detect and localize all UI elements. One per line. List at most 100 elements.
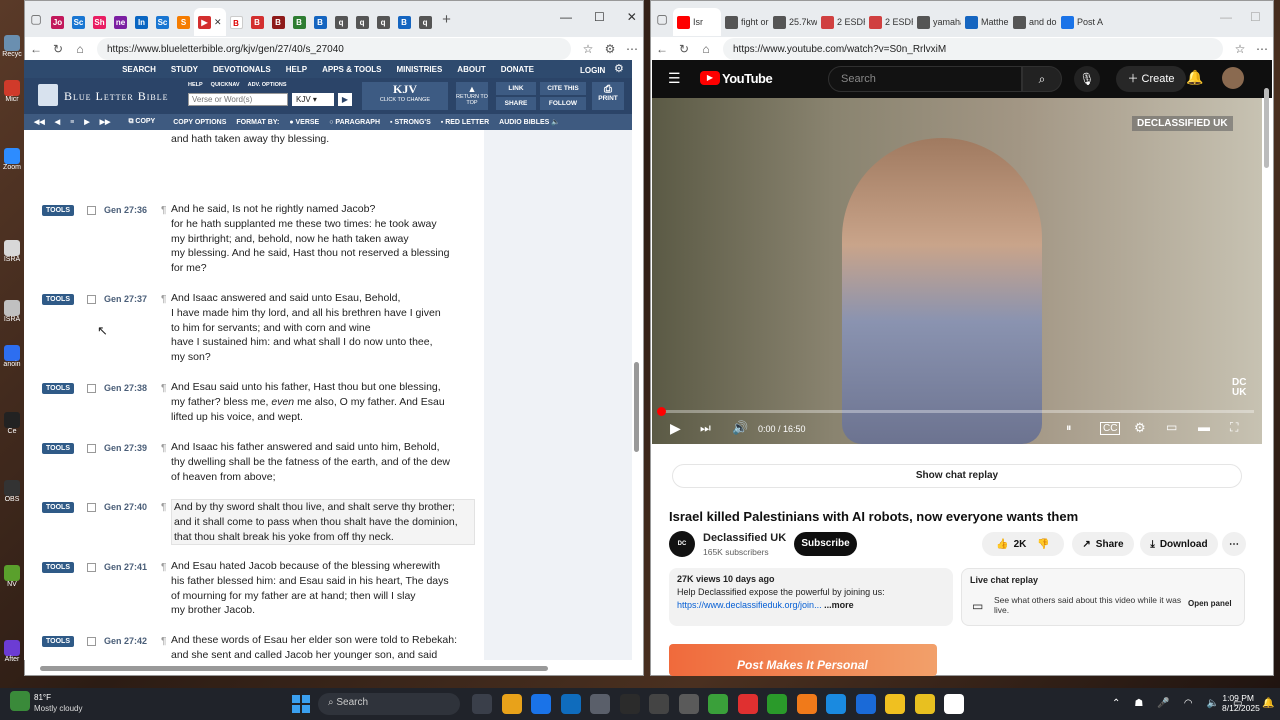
nav-item[interactable]: DEVOTIONALS: [213, 65, 271, 74]
verse-reference[interactable]: Gen 27:37: [104, 294, 147, 304]
weather-icon[interactable]: [10, 691, 30, 711]
channel-name[interactable]: Declassified UK: [703, 532, 786, 544]
description-link[interactable]: https://www.declassifieduk.org/join...: [677, 600, 822, 610]
avatar[interactable]: [1222, 67, 1244, 89]
verse-reference[interactable]: Gen 27:41: [104, 562, 147, 572]
tools-button[interactable]: TOOLS: [42, 562, 74, 573]
video-player[interactable]: DECLASSIFIED UK DC UK ▶ ⏭ 🔊 0:00 / 16:50…: [652, 98, 1262, 444]
star-icon[interactable]: ☆: [577, 42, 599, 56]
nav-item[interactable]: HELP: [286, 65, 307, 74]
next-icon[interactable]: ▶: [84, 118, 89, 126]
tools-button[interactable]: TOOLS: [42, 383, 74, 394]
desktop-shortcut-icon[interactable]: Zoom: [2, 148, 22, 174]
progress-bar[interactable]: [660, 410, 1254, 413]
back-icon[interactable]: ←: [651, 42, 673, 56]
login-link[interactable]: LOGIN: [580, 66, 605, 75]
verse-reference[interactable]: Gen 27:36: [104, 205, 147, 215]
hamburger-icon[interactable]: ☰: [668, 70, 681, 87]
taskbar-app-icon[interactable]: [590, 694, 610, 714]
home-icon[interactable]: ⌂: [695, 42, 717, 56]
maximize-icon[interactable]: ☐: [1250, 10, 1261, 24]
verse-reference[interactable]: Gen 27:38: [104, 383, 147, 393]
create-button[interactable]: ＋ Create: [1116, 66, 1186, 92]
verse-reference[interactable]: Gen 27:42: [104, 636, 147, 646]
browser-tab[interactable]: Sh: [89, 8, 110, 36]
taskbar-app-icon[interactable]: [649, 694, 669, 714]
browser-tab[interactable]: B: [226, 8, 247, 36]
copy-verse-icon[interactable]: [87, 206, 96, 215]
wifi-icon[interactable]: ◠: [1184, 698, 1193, 709]
browser-tab[interactable]: Isr: [673, 8, 721, 36]
more-link[interactable]: ...more: [824, 600, 854, 610]
play-icon[interactable]: ▶: [670, 420, 681, 437]
browser-tab[interactable]: q: [331, 8, 352, 36]
reload-icon[interactable]: ↻: [47, 42, 69, 56]
verse-reference[interactable]: Gen 27:39: [104, 443, 147, 453]
version-change-button[interactable]: KJV CLICK TO CHANGE: [362, 82, 448, 110]
close-icon[interactable]: ✕: [627, 10, 637, 24]
list-icon[interactable]: ≡: [70, 119, 74, 126]
right-vertical-scrollbar[interactable]: [1264, 88, 1269, 168]
browser-tab[interactable]: q: [373, 8, 394, 36]
version-select[interactable]: KJV ▾: [292, 93, 334, 106]
channel-avatar[interactable]: DC: [669, 531, 695, 557]
taskbar-app-icon[interactable]: [855, 694, 876, 714]
notification-bell-icon[interactable]: 🔔: [1262, 698, 1274, 709]
desktop-shortcut-icon[interactable]: Recyc: [2, 35, 22, 61]
nav-item[interactable]: STUDY: [171, 65, 198, 74]
like-dislike-button[interactable]: 👍 2K 👎: [982, 532, 1064, 556]
red-letter-toggle[interactable]: ▪ RED LETTER: [441, 119, 489, 126]
prev-icon[interactable]: ◀: [55, 118, 60, 126]
browser-tab[interactable]: and do: [1009, 8, 1057, 36]
nav-item[interactable]: DONATE: [501, 65, 534, 74]
browser-tab[interactable]: In: [131, 8, 152, 36]
new-tab-icon[interactable]: +: [436, 11, 458, 28]
browser-tab[interactable]: B: [394, 8, 415, 36]
left-horizontal-scrollbar[interactable]: [40, 666, 548, 671]
show-chat-replay-button[interactable]: Show chat replay: [672, 464, 1242, 488]
description-box[interactable]: 27K views 10 days ago Help Declassified …: [669, 568, 953, 626]
nav-item[interactable]: ABOUT: [457, 65, 485, 74]
print-button[interactable]: ⎙ PRINT: [592, 82, 624, 110]
nav-item[interactable]: APPS & TOOLS: [322, 65, 381, 74]
tab-actions-icon[interactable]: ▢: [25, 12, 47, 26]
help-link[interactable]: HELP: [188, 82, 203, 88]
browser-tab[interactable]: S: [173, 8, 194, 36]
tools-button[interactable]: TOOLS: [42, 502, 74, 513]
search-go-icon[interactable]: ▶: [338, 93, 352, 106]
left-url-field[interactable]: https://www.blueletterbible.org/kjv/gen/…: [97, 38, 571, 60]
share-button[interactable]: SHARE: [496, 97, 536, 110]
reload-icon[interactable]: ↻: [673, 42, 695, 56]
back-icon[interactable]: ←: [25, 42, 47, 56]
fullscreen-icon[interactable]: ⛶: [1230, 420, 1238, 435]
home-icon[interactable]: ⌂: [69, 42, 91, 56]
desktop-shortcut-icon[interactable]: Micr: [2, 80, 22, 106]
taskbar-app-icon[interactable]: [796, 694, 817, 714]
youtube-search-input[interactable]: Search: [828, 66, 1022, 92]
taskbar-app-icon[interactable]: [531, 694, 551, 714]
captions-icon[interactable]: CC: [1100, 422, 1121, 435]
tools-button[interactable]: TOOLS: [42, 294, 74, 305]
network-icon[interactable]: ☗: [1134, 698, 1143, 709]
browser-tab[interactable]: q: [415, 8, 436, 36]
settings-icon[interactable]: ⚙: [1134, 420, 1146, 436]
strongs-toggle[interactable]: ▪ STRONG'S: [390, 119, 431, 126]
star-icon[interactable]: ☆: [1229, 42, 1251, 56]
tools-button[interactable]: TOOLS: [42, 205, 74, 216]
search-icon[interactable]: ⌕: [1022, 66, 1062, 92]
copy-verse-icon[interactable]: [87, 563, 96, 572]
youtube-logo-icon[interactable]: ▶: [700, 71, 720, 85]
taskbar-app-icon[interactable]: [944, 694, 964, 714]
browser-tab[interactable]: 2 ESDR: [865, 8, 913, 36]
browser-tab[interactable]: B: [247, 8, 268, 36]
taskbar-app-icon[interactable]: [501, 694, 522, 714]
browser-tab[interactable]: B: [310, 8, 331, 36]
blb-logo[interactable]: Blue Letter Bible: [64, 89, 169, 104]
open-panel-button[interactable]: Open panel: [1188, 599, 1232, 608]
volume-icon[interactable]: 🔊: [732, 420, 748, 436]
verse-reference[interactable]: Gen 27:40: [104, 502, 147, 512]
left-vertical-scrollbar[interactable]: [634, 362, 639, 452]
copy-verse-icon[interactable]: [87, 444, 96, 453]
taskbar-app-icon[interactable]: [472, 694, 492, 714]
nav-item[interactable]: MINISTRIES: [397, 65, 443, 74]
